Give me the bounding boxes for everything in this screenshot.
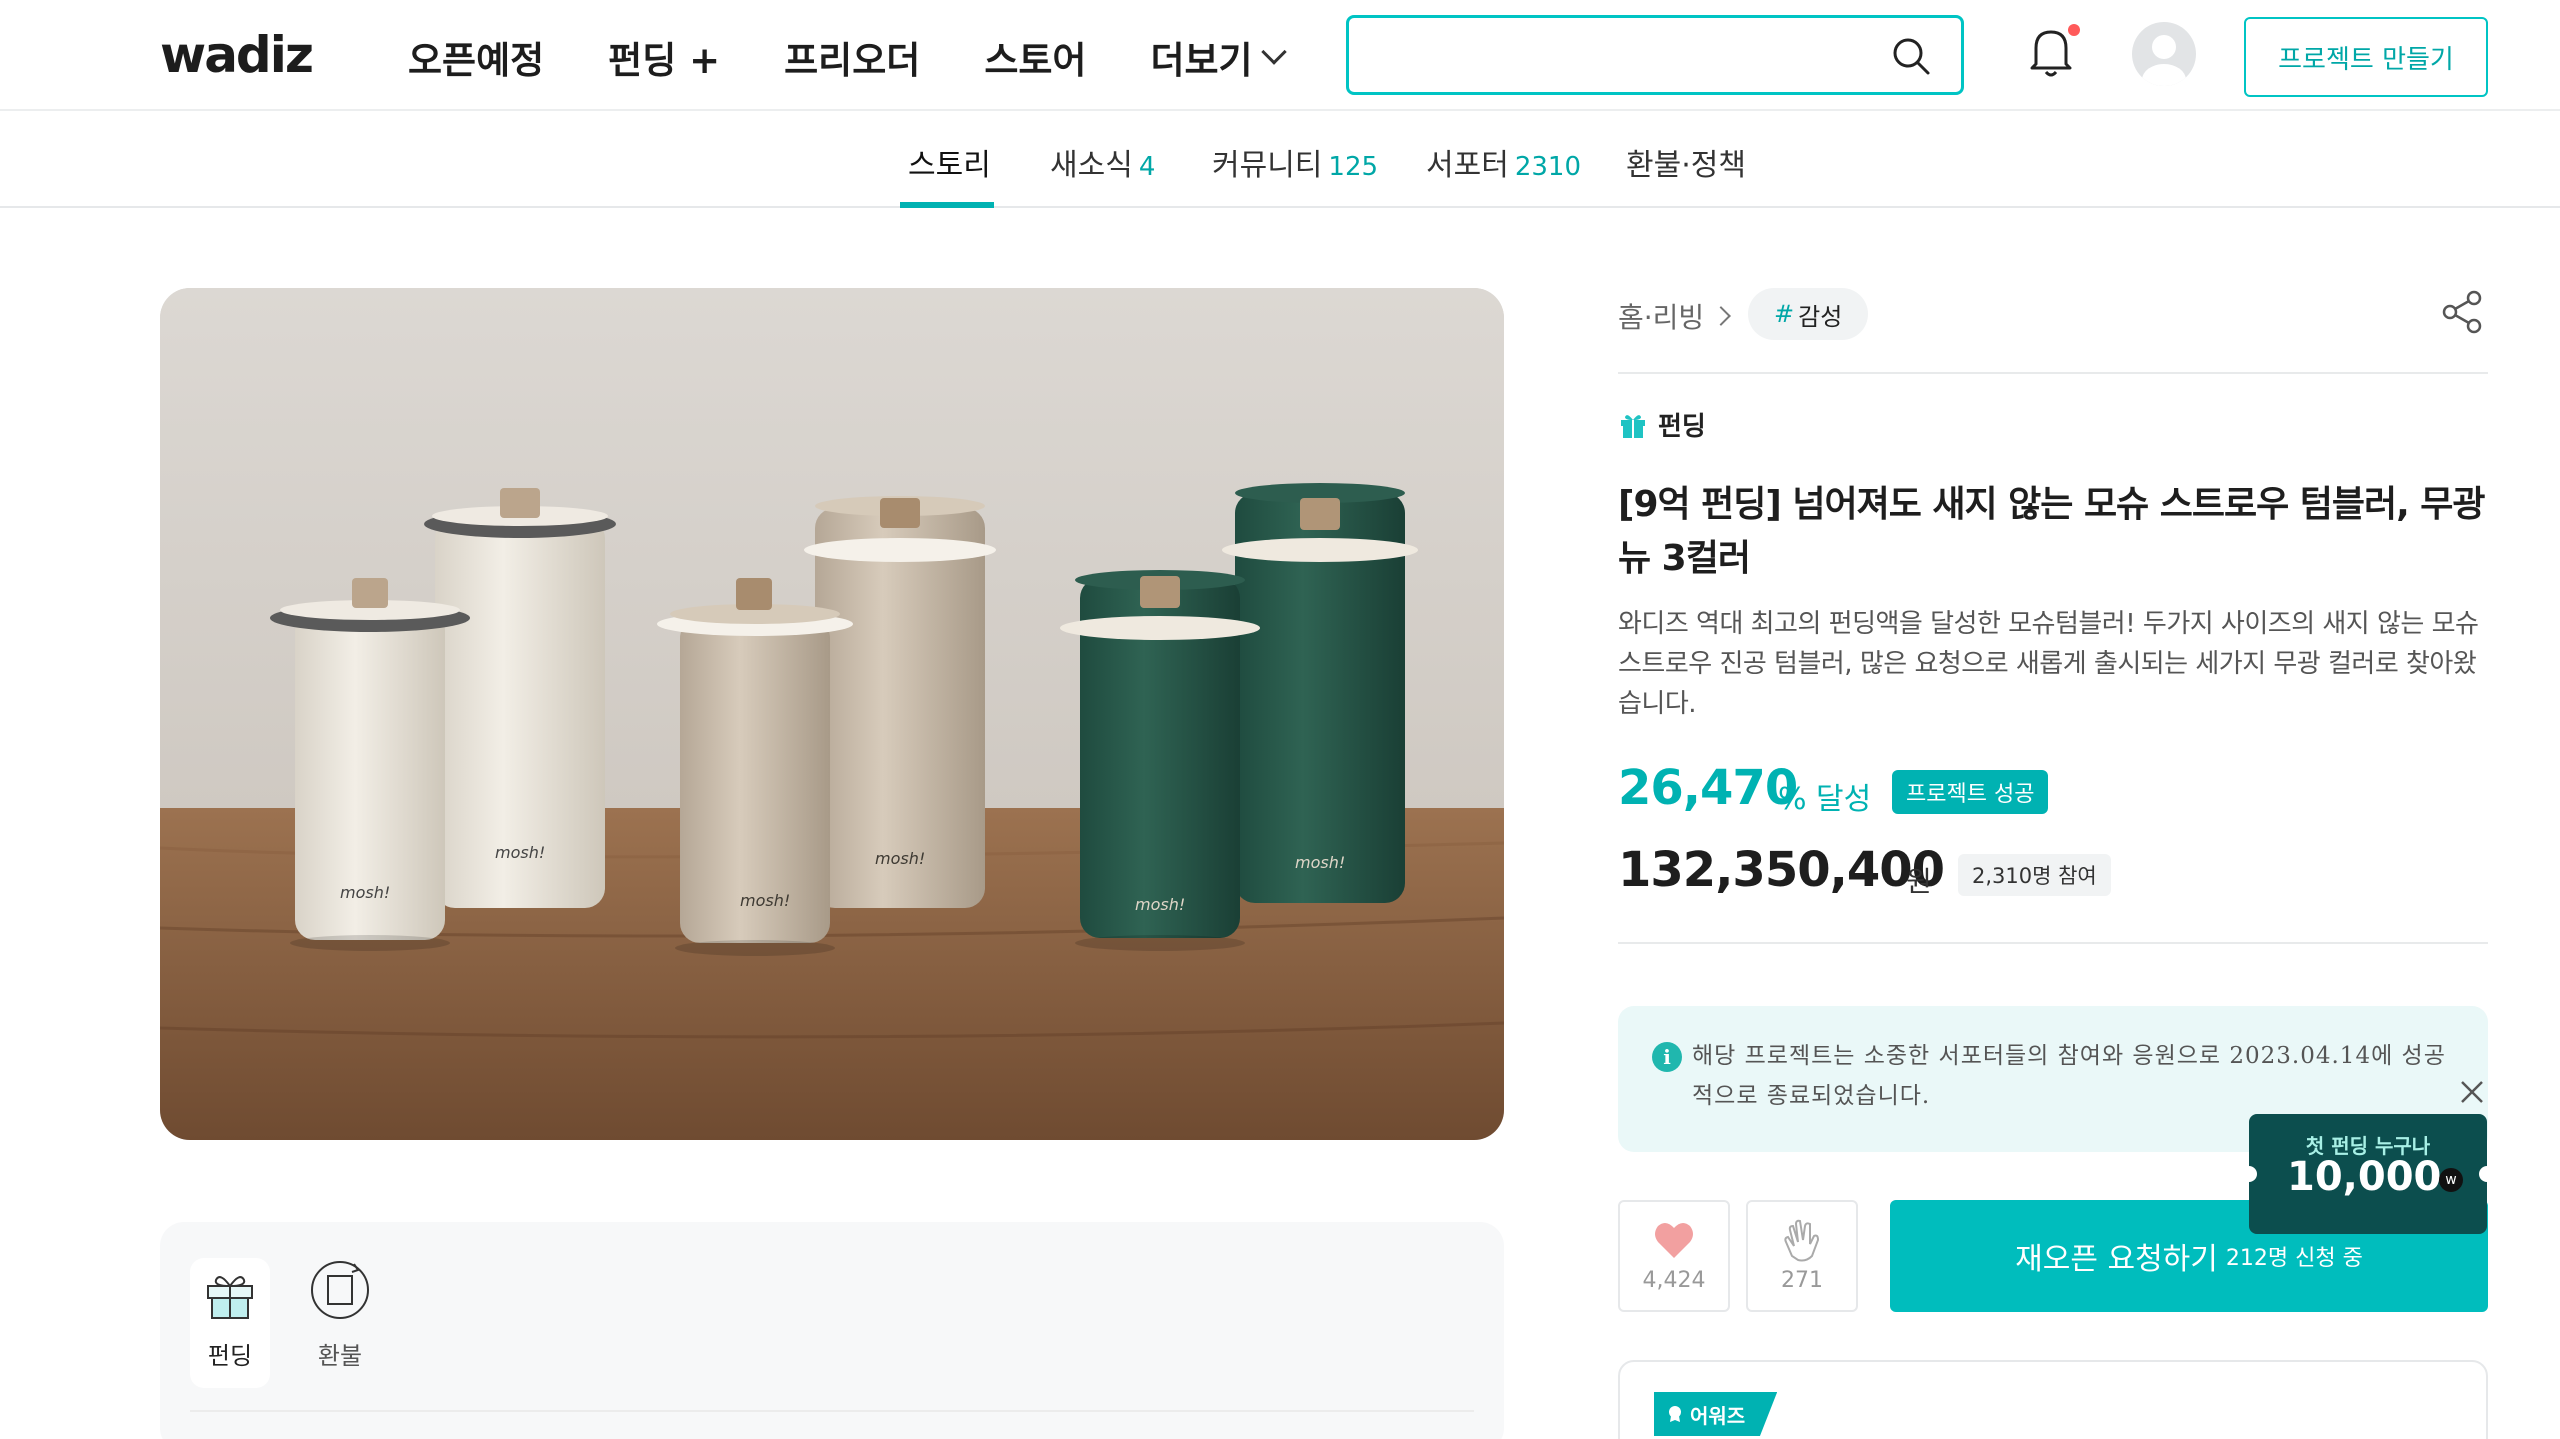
make-project-button[interactable]: 프로젝트 만들기 — [2244, 17, 2488, 97]
nav-more[interactable]: 더보기 — [1150, 30, 1287, 84]
awards-card: 어워즈 — [1618, 1360, 2488, 1439]
divider — [1618, 942, 2488, 944]
tab-story-label: 스토리 — [908, 148, 991, 183]
tab-refund-policy[interactable]: 환불·정책 — [1626, 140, 1746, 184]
project-description: 와디즈 역대 최고의 펀딩액을 달성한 모슈텀블러! 두가지 사이즈의 새지 않… — [1618, 609, 2479, 719]
reopen-label: 재오픈 요청하기 — [2015, 1242, 2218, 1277]
funding-info-panel: 펀딩 환불 — [160, 1222, 1504, 1439]
tag-pill[interactable]: # 감성 — [1748, 288, 1869, 340]
active-tab-indicator — [900, 202, 994, 208]
search-input[interactable] — [1369, 18, 1889, 92]
info-icon: i — [1652, 1042, 1682, 1072]
info-refund[interactable]: 환불 — [300, 1258, 380, 1371]
tab-story[interactable]: 스토리 — [908, 140, 991, 184]
like-count: 4,424 — [1642, 1268, 1706, 1293]
tab-supporters[interactable]: 서포터 2310 — [1426, 140, 1581, 184]
notice-text: 해당 프로젝트는 소중한 서포터들의 참여와 응원으로 2023.04.14에 … — [1692, 1043, 2446, 1109]
project-title: [9억 펀딩] 넘어져도 새지 않는 모슈 스트로우 텀블러, 무광 뉴 3컬러 — [1618, 484, 2486, 579]
refund-icon — [311, 1261, 369, 1319]
nav-upcoming[interactable]: 오픈예정 — [408, 30, 544, 84]
tab-supporters-count: 2310 — [1514, 152, 1581, 182]
tab-refund-policy-label: 환불·정책 — [1626, 148, 1746, 183]
svg-text:mosh!: mosh! — [495, 843, 545, 862]
won-icon: w — [2439, 1168, 2463, 1192]
tab-news-count: 4 — [1138, 152, 1156, 182]
svg-text:mosh!: mosh! — [740, 891, 790, 910]
nav-preorder[interactable]: 프리오더 — [784, 30, 920, 84]
tag-label: 감성 — [1798, 302, 1843, 331]
chevron-down-icon — [1260, 39, 1287, 65]
project-kind-label: 펀딩 — [1658, 412, 1706, 442]
nav-funding[interactable]: 펀딩 + — [608, 30, 720, 84]
breadcrumb[interactable]: 홈·리빙 — [1618, 296, 1732, 336]
divider — [190, 1410, 1474, 1412]
status-badge: 프로젝트 성공 — [1892, 770, 2049, 814]
share-icon[interactable] — [2438, 288, 2486, 336]
tab-community-count: 125 — [1328, 152, 1379, 182]
coupon-amount: 10,000 — [2287, 1154, 2442, 1200]
reopen-count: 212명 신청 중 — [2225, 1246, 2363, 1271]
search-icon[interactable] — [1891, 36, 1931, 76]
cheer-button[interactable]: 271 — [1746, 1200, 1858, 1312]
tab-supporters-label: 서포터 — [1426, 148, 1509, 183]
breadcrumb-category: 홈·리빙 — [1618, 301, 1705, 334]
hash-icon: # — [1774, 300, 1795, 328]
info-funding-label: 펀딩 — [207, 1342, 253, 1370]
svg-text:mosh!: mosh! — [875, 849, 925, 868]
award-icon — [1669, 1406, 1681, 1422]
project-kind: 펀딩 — [1618, 406, 1706, 443]
info-funding[interactable]: 펀딩 — [190, 1258, 270, 1388]
search-box — [1346, 15, 1964, 95]
wadiz-logo[interactable]: wadiz — [160, 26, 314, 84]
coupon-notch — [2241, 1166, 2257, 1182]
nav-more-label: 더보기 — [1150, 39, 1253, 82]
avatar[interactable] — [2132, 22, 2196, 86]
info-refund-label: 환불 — [317, 1342, 363, 1370]
achievement-percent: 26,470 — [1618, 760, 1798, 816]
chevron-right-icon — [1711, 306, 1732, 326]
notification-dot — [2068, 24, 2080, 36]
funded-amount-unit: 원 — [1906, 865, 1932, 898]
tab-community-label: 커뮤니티 — [1212, 148, 1323, 183]
gift-icon — [1621, 414, 1645, 438]
main-nav: 오픈예정 펀딩 + 프리오더 스토어 더보기 — [408, 30, 1347, 84]
awards-label: 어워즈 — [1690, 1403, 1746, 1428]
achievement-unit: % 달성 — [1778, 782, 1872, 817]
product-image: mosh! mosh! mosh! mosh! mosh! mosh! — [160, 288, 1504, 1140]
divider — [1618, 372, 2488, 374]
gift-icon — [207, 1276, 253, 1319]
svg-text:mosh!: mosh! — [1295, 853, 1345, 872]
nav-store[interactable]: 스토어 — [984, 30, 1086, 84]
clap-icon — [1784, 1219, 1820, 1262]
heart-icon — [1655, 1222, 1693, 1258]
project-tabs: 스토리 새소식 4 커뮤니티 125 서포터 2310 환불·정책 — [0, 112, 2560, 208]
tab-community[interactable]: 커뮤니티 125 — [1212, 140, 1378, 184]
cheer-count: 271 — [1781, 1268, 1823, 1293]
supporter-count: 2,310명 참여 — [1958, 854, 2111, 896]
awards-tag: 어워즈 — [1654, 1392, 1778, 1436]
tumbler-brand-text: mosh! — [1135, 895, 1185, 914]
funded-amount: 132,350,400 — [1618, 842, 1945, 898]
like-button[interactable]: 4,424 — [1618, 1200, 1730, 1312]
first-funding-coupon[interactable]: 첫 펀딩 누구나 10,000 w — [2241, 1114, 2495, 1234]
tab-news-label: 새소식 — [1050, 148, 1133, 183]
top-navigation-bar: wadiz 오픈예정 펀딩 + 프리오더 스토어 더보기 프로젝트 만들기 — [0, 0, 2560, 111]
coupon-notch — [2479, 1166, 2495, 1182]
svg-text:mosh!: mosh! — [340, 883, 390, 902]
tab-news[interactable]: 새소식 4 — [1050, 140, 1155, 184]
close-icon[interactable] — [2458, 1078, 2486, 1106]
